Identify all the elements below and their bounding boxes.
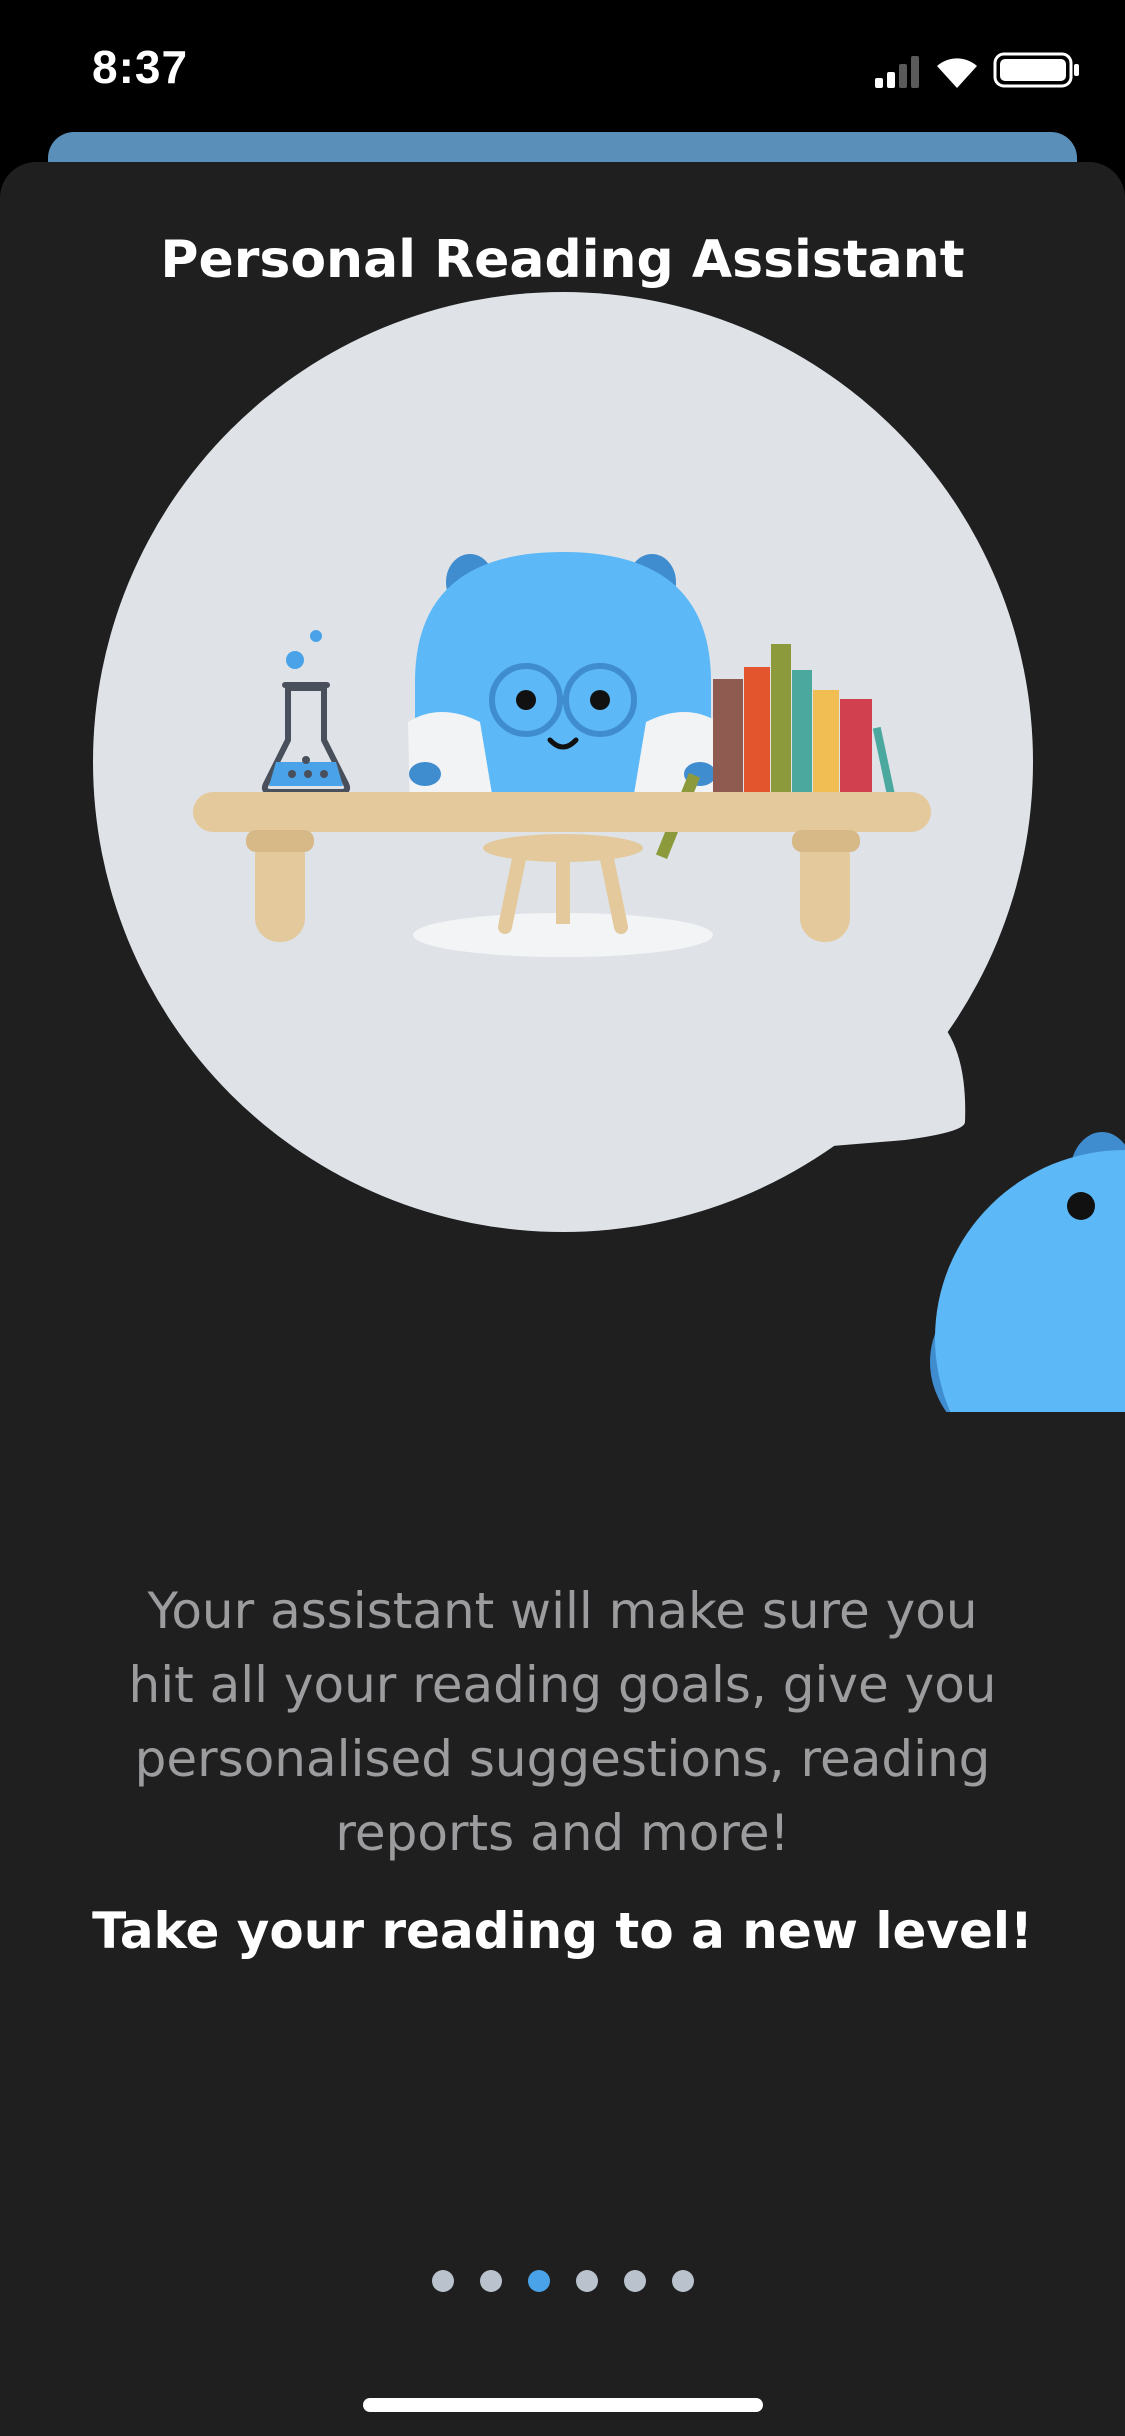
page-dot[interactable] (671, 2270, 694, 2292)
page-indicator[interactable] (0, 2270, 1125, 2292)
desk (193, 792, 931, 942)
page-dot[interactable] (431, 2270, 454, 2292)
onboarding-tagline: Take your reading to a new level! (92, 1902, 1033, 1960)
status-icons (875, 52, 1079, 88)
page-dot[interactable] (575, 2270, 598, 2292)
status-bar: 8:37 (0, 0, 1125, 140)
peeking-mascot (930, 1132, 1125, 1412)
onboarding-sheet: Personal Reading Assistant Your assistan… (0, 162, 1125, 2436)
wifi-icon (937, 58, 977, 88)
reading-assistant-illustration (93, 292, 1125, 1412)
status-time: 8:37 (92, 41, 189, 93)
onboarding-description: Your assistant will make sure you hit al… (128, 1582, 997, 1862)
home-indicator[interactable] (363, 2398, 763, 2412)
cellular-signal-icon (875, 56, 919, 88)
battery-icon (993, 52, 1079, 88)
page-dot[interactable] (623, 2270, 646, 2292)
page-dot[interactable] (479, 2270, 502, 2292)
mascot-character (408, 552, 718, 812)
page-dot-active[interactable] (527, 2270, 550, 2292)
